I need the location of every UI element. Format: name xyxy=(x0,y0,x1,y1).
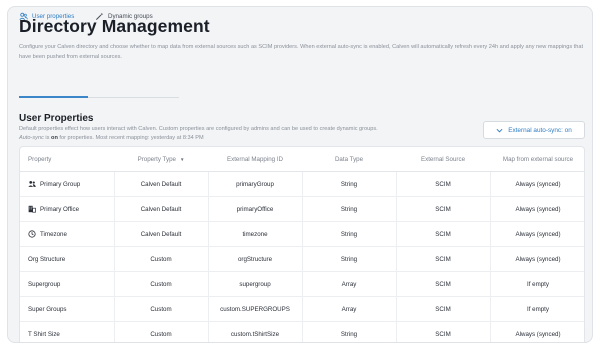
cell-property: Org Structure xyxy=(28,255,66,263)
tab-user-properties-label: User properties xyxy=(32,12,75,20)
header-external-source[interactable]: External Source xyxy=(396,147,490,171)
cell-mapping-id: primaryGroup xyxy=(236,180,274,188)
clock-icon xyxy=(28,230,36,238)
table-row[interactable]: Supergroup Custom supergroup Array SCIM … xyxy=(20,272,584,297)
table-row[interactable]: Primary Group Calven Default primaryGrou… xyxy=(20,172,584,197)
cell-map-from-source: Always (synced) xyxy=(515,330,561,338)
cell-data-type: String xyxy=(340,180,358,188)
tab-dynamic-groups-label: Dynamic groups xyxy=(108,12,153,20)
cell-property-type: Custom xyxy=(150,305,172,313)
cell-data-type: String xyxy=(340,230,358,238)
cell-external-source: SCIM xyxy=(435,330,451,338)
section-description-line2: Auto-sync is on for properties. Most rec… xyxy=(19,134,459,143)
cell-property-type: Calven Default xyxy=(140,180,182,188)
cell-data-type: String xyxy=(340,205,358,213)
header-map-from-external-source[interactable]: Map from external source xyxy=(490,147,584,171)
cell-map-from-source: Always (synced) xyxy=(515,205,561,213)
magic-wand-icon xyxy=(95,12,104,21)
table-row[interactable]: Timezone Calven Default timezone String … xyxy=(20,222,584,247)
cell-property-type: Custom xyxy=(150,330,172,338)
page-description: Configure your Calven directory and choo… xyxy=(19,44,584,60)
header-property-type[interactable]: Property Type ▼ xyxy=(114,147,208,171)
cell-external-source: SCIM xyxy=(435,280,451,288)
cell-map-from-source: Always (synced) xyxy=(515,230,561,238)
cell-map-from-source: Always (synced) xyxy=(515,180,561,188)
recent-mapping-text: for properties. Most recent mapping: yes… xyxy=(57,135,204,142)
property-name: Primary Office xyxy=(40,205,80,213)
users-icon xyxy=(19,12,28,21)
auto-sync-term: Auto-sync xyxy=(19,135,44,142)
header-property[interactable]: Property xyxy=(20,147,114,171)
tab-dynamic-groups[interactable]: Dynamic groups xyxy=(95,10,153,22)
cell-property: Super Groups xyxy=(28,305,67,313)
chevron-down-icon xyxy=(496,128,503,133)
cell-map-from-source: Always (synced) xyxy=(515,255,561,263)
table-row[interactable]: Super Groups Custom custom.SUPERGROUPS A… xyxy=(20,297,584,322)
cell-property-type: Calven Default xyxy=(140,205,182,213)
cell-property: Primary Office xyxy=(20,197,114,221)
header-data-type[interactable]: Data Type xyxy=(302,147,396,171)
cell-external-source: SCIM xyxy=(435,305,451,313)
cell-mapping-id: supergroup xyxy=(239,280,271,288)
cell-mapping-id: custom.SUPERGROUPS xyxy=(220,305,290,313)
active-tab-indicator xyxy=(19,96,88,98)
tab-user-properties[interactable]: User properties xyxy=(19,10,74,22)
cell-property-type: Custom xyxy=(150,280,172,288)
cell-map-from-source: If empty xyxy=(526,280,549,288)
cell-property: Timezone xyxy=(20,222,114,246)
sort-caret-icon: ▼ xyxy=(179,156,185,162)
section-description: Default properties effect how users inte… xyxy=(19,125,459,143)
table-row[interactable]: Org Structure Custom orgStructure String… xyxy=(20,247,584,272)
cell-property-type: Custom xyxy=(150,255,172,263)
cell-mapping-id: orgStructure xyxy=(237,255,273,263)
table-row[interactable]: T Shirt Size Custom custom.tShirtSize St… xyxy=(20,322,584,342)
header-property-type-label: Property Type xyxy=(137,155,176,163)
header-external-mapping-id[interactable]: External Mapping ID xyxy=(208,147,302,171)
cell-data-type: Array xyxy=(341,280,357,288)
user-properties-table: Property Property Type ▼ External Mapping… xyxy=(19,146,585,342)
cell-data-type: Array xyxy=(341,305,357,313)
cell-external-source: SCIM xyxy=(435,180,451,188)
cell-mapping-id: primaryOffice xyxy=(236,205,274,213)
table-row[interactable]: Primary Office Calven Default primaryOff… xyxy=(20,197,584,222)
table-header-row: Property Property Type ▼ External Mapping… xyxy=(20,147,584,172)
auto-sync-state: on xyxy=(51,135,58,142)
cell-external-source: SCIM xyxy=(435,230,451,238)
cell-map-from-source: If empty xyxy=(526,305,549,313)
cell-data-type: String xyxy=(340,330,358,338)
cell-property-type: Calven Default xyxy=(140,230,182,238)
cell-data-type: String xyxy=(340,255,358,263)
people-icon xyxy=(28,180,36,188)
cell-property: Supergroup xyxy=(28,280,61,288)
section-description-line1: Default properties effect how users inte… xyxy=(19,126,378,132)
property-name: Primary Group xyxy=(40,180,81,188)
cell-external-source: SCIM xyxy=(435,255,451,263)
cell-mapping-id: timezone xyxy=(242,230,268,238)
external-auto-sync-button[interactable]: External auto-sync: on xyxy=(483,121,585,139)
cell-property: T Shirt Size xyxy=(28,330,60,338)
cell-property: Primary Group xyxy=(20,172,114,196)
property-name: Timezone xyxy=(40,230,67,238)
is-text: is xyxy=(43,135,52,142)
external-auto-sync-label: External auto-sync: on xyxy=(508,126,572,134)
office-building-icon xyxy=(28,205,36,213)
cell-external-source: SCIM xyxy=(435,205,451,213)
cell-mapping-id: custom.tShirtSize xyxy=(230,330,280,338)
directory-management-panel: Directory Management Configure your Calv… xyxy=(7,6,593,343)
section-title: User Properties xyxy=(19,113,94,124)
